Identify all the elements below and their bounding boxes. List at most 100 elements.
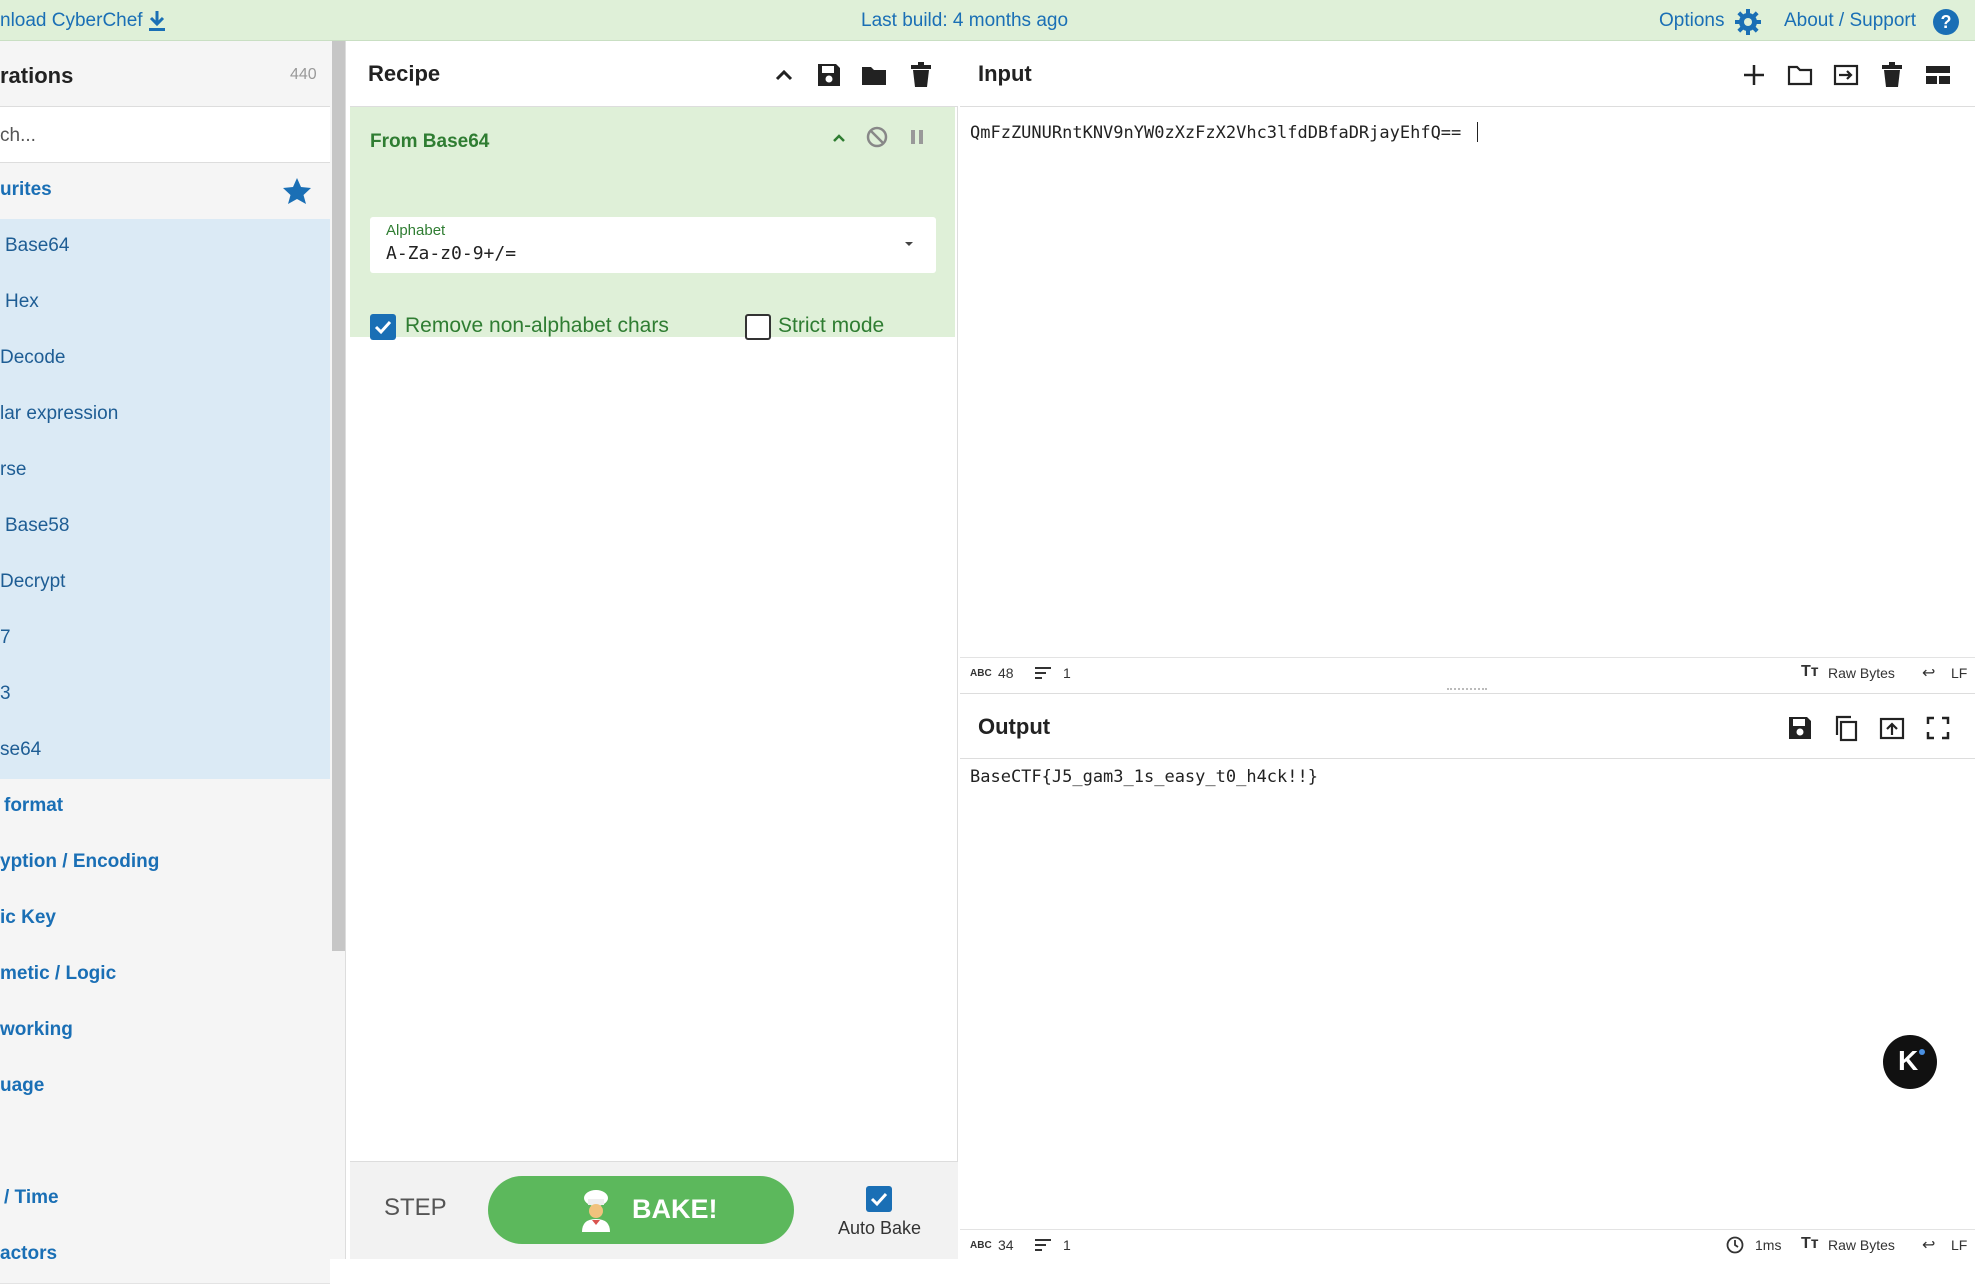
trash-icon[interactable] <box>907 61 935 89</box>
top-banner: nload CyberChef Last build: 4 months ago… <box>0 0 1975 41</box>
star-icon <box>283 178 311 204</box>
category-item[interactable]: yption / Encoding <box>0 835 330 892</box>
chevron-down-icon <box>905 242 913 246</box>
folder-icon[interactable] <box>860 61 888 89</box>
output-time: 1ms <box>1755 1237 1782 1253</box>
font-icon: Tт <box>1801 1235 1819 1252</box>
category-item[interactable] <box>0 1115 330 1172</box>
output-status-bar: ABC 34 1 1ms Tт Raw Bytes ↩ LF <box>960 1229 1975 1259</box>
category-item[interactable]: format <box>0 779 330 836</box>
lines-icon <box>1035 667 1051 679</box>
replace-input-icon[interactable] <box>1878 714 1906 742</box>
output-header: Output <box>960 693 1975 759</box>
text-cursor <box>1477 122 1478 142</box>
pause-icon[interactable] <box>905 125 929 149</box>
favourite-item[interactable]: Base58 <box>0 499 330 556</box>
about-support-link[interactable]: About / Support <box>1784 10 1916 32</box>
operation-from-base64: From Base64 Alphabet A-Za-z0-9+/= Remove… <box>350 107 955 340</box>
input-status-bar: ABC 48 1 Tт Raw Bytes ↩ LF <box>960 657 1975 687</box>
recipe-pane: Recipe From Base64 Alphabet A-Za-z0-9+/=… <box>350 41 958 1259</box>
output-textarea[interactable]: BaseCTF{J5_gam3_1s_easy_t0_h4ck!!} <box>960 759 1975 1269</box>
favourite-item[interactable]: Base64 <box>0 219 330 276</box>
output-text: BaseCTF{J5_gam3_1s_easy_t0_h4ck!!} <box>970 767 1318 787</box>
category-item[interactable]: actors <box>0 1227 330 1284</box>
disable-icon[interactable] <box>865 125 889 149</box>
file-open-icon[interactable] <box>1832 61 1860 89</box>
operations-scrollbar[interactable] <box>332 41 345 951</box>
favourite-item[interactable]: 7 <box>0 611 330 668</box>
alphabet-value: A-Za-z0-9+/= <box>386 243 517 264</box>
operations-count: 440 <box>290 66 317 83</box>
checkmark-icon <box>374 320 392 335</box>
favourite-item[interactable]: Decode <box>0 331 330 388</box>
input-eol[interactable]: LF <box>1951 665 1967 681</box>
step-button[interactable]: STEP <box>384 1194 447 1222</box>
last-build-text: Last build: 4 months ago <box>861 10 1069 31</box>
strict-mode-label: Strict mode <box>778 314 885 337</box>
search-placeholder: ch... <box>0 125 36 146</box>
input-encoding[interactable]: Raw Bytes <box>1828 665 1895 681</box>
operations-search-input[interactable]: ch... <box>0 107 330 163</box>
category-item[interactable]: / Time <box>0 1171 330 1228</box>
favourite-item[interactable]: rse <box>0 443 330 500</box>
favourite-item[interactable]: se64 <box>0 723 330 780</box>
category-item[interactable]: metic / Logic <box>0 947 330 1004</box>
chevron-up-icon[interactable] <box>828 127 850 149</box>
save-icon[interactable] <box>815 61 843 89</box>
output-encoding[interactable]: Raw Bytes <box>1828 1237 1895 1253</box>
chef-icon <box>582 1190 610 1232</box>
trash-icon[interactable] <box>1878 61 1906 89</box>
layout-icon[interactable] <box>1924 61 1952 89</box>
category-item[interactable]: uage <box>0 1059 330 1116</box>
remove-nonalpha-checkbox[interactable] <box>370 314 396 340</box>
recipe-header: Recipe <box>350 41 958 107</box>
favourite-item[interactable]: 3 <box>0 667 330 724</box>
autobake-checkbox[interactable] <box>866 1186 892 1212</box>
copy-icon[interactable] <box>1832 714 1860 742</box>
eol-icon: ↩ <box>1922 665 1936 682</box>
input-textarea[interactable]: QmFzZUNURntKNV9nYW0zXzFzX2Vhc3lfdDBfaDRj… <box>960 107 1975 657</box>
autobake-label: Auto Bake <box>838 1218 922 1238</box>
lines-icon <box>1035 1239 1051 1251</box>
checkmark-icon <box>870 1192 888 1207</box>
operation-name: From Base64 <box>370 131 490 152</box>
input-title: Input <box>978 61 1032 86</box>
category-item[interactable]: ic Key <box>0 891 330 948</box>
folder-icon[interactable] <box>1786 61 1814 89</box>
remove-nonalpha-label: Remove non-alphabet chars <box>405 314 669 337</box>
favourite-item[interactable]: lar expression <box>0 387 330 444</box>
favourite-item[interactable]: Decrypt <box>0 555 330 612</box>
output-length: 34 <box>998 1237 1014 1253</box>
download-icon[interactable] <box>146 9 168 33</box>
save-icon[interactable] <box>1786 714 1814 742</box>
floating-assistant-button[interactable]: K <box>1883 1035 1937 1089</box>
abc-icon: ABC <box>970 668 992 679</box>
output-eol[interactable]: LF <box>1951 1237 1967 1253</box>
input-length: 48 <box>998 665 1014 681</box>
bake-label: BAKE! <box>632 1194 718 1224</box>
operations-title: rations <box>0 63 74 88</box>
maximize-icon[interactable] <box>1924 714 1952 742</box>
resize-handle[interactable] <box>1447 688 1487 692</box>
options-link[interactable]: Options <box>1659 10 1724 32</box>
download-cyberchef-link[interactable]: nload CyberChef <box>0 10 143 32</box>
alphabet-label: Alphabet <box>386 222 446 239</box>
category-item[interactable]: working <box>0 1003 330 1060</box>
favourite-item[interactable]: Hex <box>0 275 330 332</box>
plus-icon[interactable] <box>1740 61 1768 89</box>
bake-button[interactable]: BAKE! <box>488 1176 794 1244</box>
help-icon[interactable]: ? <box>1932 8 1960 36</box>
strict-mode-checkbox[interactable] <box>745 314 771 340</box>
font-icon: Tт <box>1801 663 1819 680</box>
alphabet-select[interactable]: Alphabet A-Za-z0-9+/= <box>370 217 936 273</box>
io-pane: Input QmFzZUNURntKNV9nYW0zXzFzX2Vhc3lfdD… <box>960 41 1975 1259</box>
category-favourites[interactable]: urites <box>0 163 330 220</box>
gear-icon[interactable] <box>1734 8 1762 36</box>
input-header: Input <box>960 41 1975 107</box>
operations-header: rations 440 <box>0 41 330 107</box>
output-lines: 1 <box>1063 1237 1071 1253</box>
clock-icon <box>1726 1236 1744 1254</box>
svg-text:?: ? <box>1941 12 1952 32</box>
recipe-title: Recipe <box>368 61 441 86</box>
chevron-up-icon[interactable] <box>770 61 798 89</box>
